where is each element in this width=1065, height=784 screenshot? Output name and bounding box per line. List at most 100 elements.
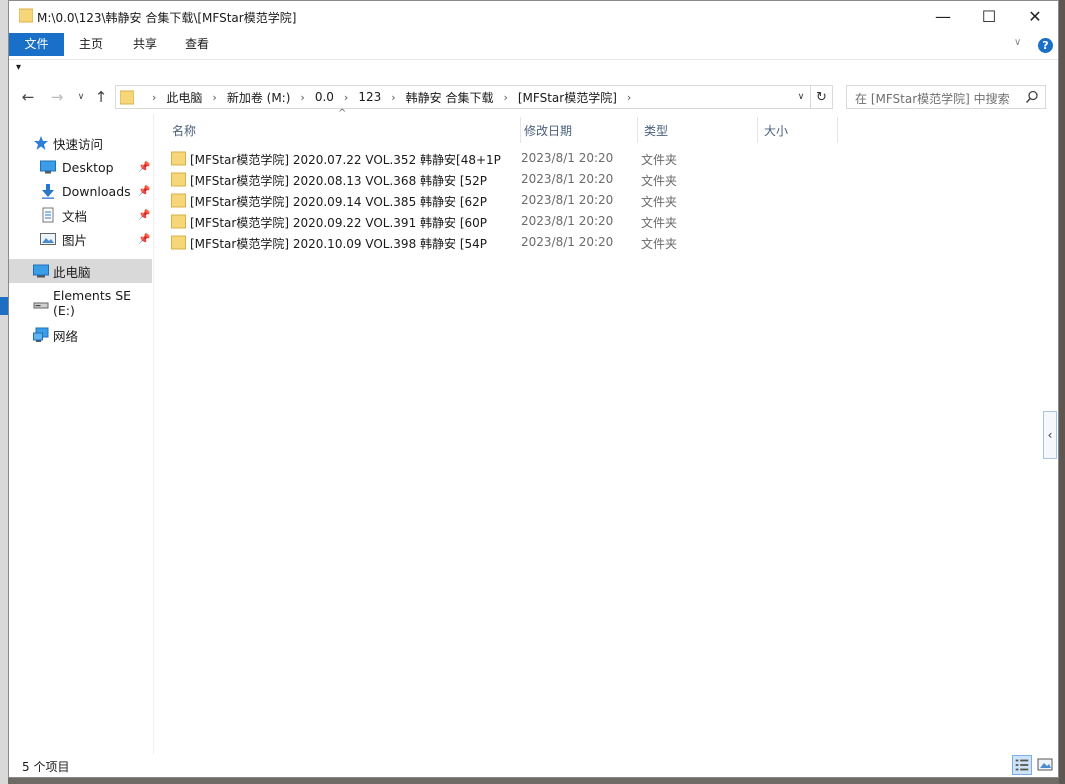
sidebar-item-label: 文档: [62, 208, 88, 224]
breadcrumb-folder-123[interactable]: 123: [358, 90, 381, 104]
file-row[interactable]: [MFStar模范学院] 2020.09.14 VOL.385 韩静安 [62P…: [171, 190, 871, 211]
navigation-pane: 快速访问 Desktop 📌 Downloads 📌 文档 📌 图片 📌 此电脑: [9, 114, 154, 754]
breadcrumb-folder-0-0[interactable]: 0.0: [315, 90, 334, 104]
breadcrumb-folder-collection[interactable]: 韩静安 合集下载: [406, 89, 494, 106]
sidebar-item-label: 图片: [62, 232, 88, 248]
address-history-chevron-icon[interactable]: ∨: [792, 86, 810, 108]
column-divider[interactable]: [520, 117, 521, 143]
sidebar-item-downloads[interactable]: Downloads 📌: [9, 179, 152, 203]
file-modified: 2023/8/1 20:20: [521, 214, 614, 228]
pin-icon[interactable]: 📌: [138, 234, 150, 245]
drive-icon: [33, 302, 49, 309]
explorer-window: M:\0.0\123\韩静安 合集下载\[MFStar模范学院] — ☐ ✕ 文…: [8, 0, 1059, 778]
sidebar-item-label: Downloads: [62, 183, 131, 199]
item-count: 5 个项目: [22, 760, 70, 774]
chevron-right-icon[interactable]: ›: [627, 91, 631, 104]
pin-icon[interactable]: 📌: [138, 186, 150, 197]
sidebar-item-label: 此电脑: [53, 264, 91, 280]
file-row[interactable]: [MFStar模范学院] 2020.07.22 VOL.352 韩静安[48+1…: [171, 148, 871, 169]
network-icon: [33, 327, 49, 342]
status-bar: 5 个项目: [9, 754, 1058, 778]
column-header-size[interactable]: 大小: [764, 117, 834, 143]
folder-icon: [19, 8, 33, 23]
column-divider[interactable]: [637, 117, 638, 143]
desktop-icon: [40, 160, 56, 174]
sidebar-item-label: 网络: [53, 328, 79, 344]
back-button[interactable]: ←: [18, 86, 38, 108]
file-row[interactable]: [MFStar模范学院] 2020.09.22 VOL.391 韩静安 [60P…: [171, 211, 871, 232]
large-icons-view-icon[interactable]: [1035, 755, 1055, 775]
sidebar-item-pictures[interactable]: 图片 📌: [9, 227, 152, 251]
ribbon: 文件 主页 共享 查看 ∨ ?: [9, 31, 1058, 56]
breadcrumb: › 此电脑 › 新加卷 (M:) › 0.0 › 123 › 韩静安 合集下载 …: [142, 86, 641, 108]
sidebar-item-documents[interactable]: 文档 📌: [9, 203, 152, 227]
customize-toolbar-icon[interactable]: ▾: [16, 62, 21, 73]
sidebar-item-this-pc[interactable]: 此电脑: [9, 259, 152, 283]
address-bar[interactable]: › 此电脑 › 新加卷 (M:) › 0.0 › 123 › 韩静安 合集下载 …: [115, 85, 811, 109]
column-divider[interactable]: [837, 117, 838, 143]
file-modified: 2023/8/1 20:20: [521, 235, 614, 249]
tab-view[interactable]: 查看: [175, 33, 219, 56]
file-type: 文件夹: [641, 153, 678, 167]
file-name: [MFStar模范学院] 2020.10.09 VOL.398 韩静安 [54P: [190, 237, 488, 251]
folder-icon: [120, 90, 134, 105]
navigation-bar: ← → ∨ ↑ › 此电脑 › 新加卷 (M:) › 0.0 › 123 › 韩…: [9, 83, 1058, 111]
breadcrumb-drive[interactable]: 新加卷 (M:): [227, 89, 291, 106]
folder-icon: [171, 151, 186, 166]
file-name: [MFStar模范学院] 2020.07.22 VOL.352 韩静安[48+1…: [190, 153, 501, 167]
chevron-right-icon[interactable]: ›: [503, 91, 507, 104]
title-bar: M:\0.0\123\韩静安 合集下载\[MFStar模范学院] — ☐ ✕: [9, 1, 1058, 31]
search-icon[interactable]: [1025, 90, 1039, 104]
pin-icon[interactable]: 📌: [138, 210, 150, 221]
background-window-edge: [0, 0, 8, 784]
sidebar-item-quick-access[interactable]: 快速访问: [9, 131, 152, 155]
close-button[interactable]: ✕: [1012, 1, 1058, 31]
computer-icon: [33, 264, 49, 278]
quick-access-toolbar: ▾: [9, 59, 1058, 79]
maximize-button[interactable]: ☐: [966, 1, 1012, 31]
tab-home[interactable]: 主页: [69, 33, 113, 56]
search-input[interactable]: 在 [MFStar模范学院] 中搜索: [846, 85, 1046, 109]
sidebar-item-drive-e[interactable]: Elements SE (E:): [9, 288, 152, 318]
file-modified: 2023/8/1 20:20: [521, 193, 614, 207]
chevron-right-icon[interactable]: ›: [152, 91, 156, 104]
file-name: [MFStar模范学院] 2020.08.13 VOL.368 韩静安 [52P: [190, 174, 488, 188]
file-type: 文件夹: [641, 195, 678, 209]
breadcrumb-this-pc[interactable]: 此电脑: [166, 89, 202, 106]
pin-icon[interactable]: 📌: [138, 162, 150, 173]
chevron-right-icon[interactable]: ›: [391, 91, 395, 104]
chevron-right-icon[interactable]: ›: [212, 91, 216, 104]
background-window-tab: [0, 297, 8, 315]
minimize-button[interactable]: —: [920, 1, 966, 31]
preview-pane-toggle-chevron-icon[interactable]: ‹: [1043, 411, 1057, 459]
file-modified: 2023/8/1 20:20: [521, 172, 614, 186]
column-header-name[interactable]: 名称: [172, 117, 512, 143]
window-title: M:\0.0\123\韩静安 合集下载\[MFStar模范学院]: [37, 11, 297, 25]
file-row[interactable]: [MFStar模范学院] 2020.10.09 VOL.398 韩静安 [54P…: [171, 232, 871, 253]
column-header-type[interactable]: 类型: [644, 117, 754, 143]
tab-file[interactable]: 文件: [9, 33, 64, 56]
sidebar-item-label: Elements SE (E:): [53, 288, 132, 318]
sidebar-item-label: 快速访问: [53, 136, 104, 152]
refresh-button[interactable]: ↻: [811, 85, 833, 109]
expand-ribbon-chevron-icon[interactable]: ∨: [1014, 37, 1028, 51]
tab-share[interactable]: 共享: [123, 33, 167, 56]
recent-locations-chevron-icon[interactable]: ∨: [71, 86, 91, 108]
column-divider[interactable]: [757, 117, 758, 143]
sidebar-item-network[interactable]: 网络: [9, 323, 152, 347]
file-row[interactable]: [MFStar模范学院] 2020.08.13 VOL.368 韩静安 [52P…: [171, 169, 871, 190]
file-name: [MFStar模范学院] 2020.09.14 VOL.385 韩静安 [62P: [190, 195, 488, 209]
folder-icon: [171, 214, 186, 229]
breadcrumb-current-folder[interactable]: [MFStar模范学院]: [518, 89, 617, 106]
forward-button[interactable]: →: [47, 86, 67, 108]
help-icon[interactable]: ?: [1038, 38, 1053, 53]
chevron-right-icon[interactable]: ›: [300, 91, 304, 104]
sidebar-item-desktop[interactable]: Desktop 📌: [9, 155, 152, 179]
column-header-modified[interactable]: 修改日期: [524, 117, 634, 143]
file-type: 文件夹: [641, 216, 678, 230]
details-view-icon[interactable]: [1012, 755, 1032, 775]
up-button[interactable]: ↑: [91, 86, 111, 108]
file-name: [MFStar模范学院] 2020.09.22 VOL.391 韩静安 [60P: [190, 216, 488, 230]
search-placeholder: 在 [MFStar模范学院] 中搜索: [855, 92, 1010, 106]
chevron-right-icon[interactable]: ›: [344, 91, 348, 104]
